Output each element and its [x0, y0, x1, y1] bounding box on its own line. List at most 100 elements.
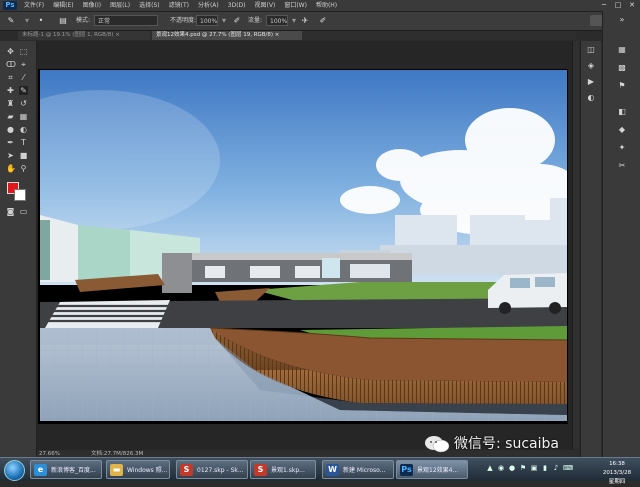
taskbar-item-photoshop[interactable]: Ps 景观12效果4...: [396, 460, 468, 479]
system-clock[interactable]: 16:38 2013/3/28 星期四: [600, 460, 634, 485]
background-color-swatch[interactable]: [14, 189, 26, 201]
crop-tool-icon[interactable]: ⌗: [6, 73, 15, 82]
start-button[interactable]: [4, 460, 25, 481]
clone-stamp-tool-icon[interactable]: ♜: [6, 99, 15, 108]
tray-wechat-icon[interactable]: ●: [508, 464, 516, 472]
taskbar-item-word[interactable]: W 新建 Microso...: [322, 460, 394, 479]
move-tool-icon[interactable]: ✥: [6, 47, 15, 56]
brush-tool-icon[interactable]: ✎: [19, 86, 28, 95]
eyedropper-tool-icon[interactable]: ⁄: [19, 73, 28, 82]
options-bar: ✎ ▾ • ▤ 模式: 正常 不透明度: 100% ▾ ✐ 流量: 100% ▾…: [0, 12, 640, 31]
eraser-tool-icon[interactable]: ▰: [6, 112, 15, 121]
airbrush-icon[interactable]: ✈: [300, 16, 310, 26]
word-icon: W: [326, 464, 339, 476]
menu-3d[interactable]: 3D(D): [228, 1, 246, 10]
styles-panel-icon[interactable]: ⚑: [617, 81, 627, 91]
tablet-pressure-size-icon[interactable]: ✐: [318, 16, 328, 26]
adjustments-panel-icon[interactable]: ◐: [586, 93, 596, 103]
panel-dock-narrow: ◫ ◈ ▶ ◐: [580, 41, 601, 457]
menu-file[interactable]: 文件(F): [24, 1, 44, 10]
menu-analysis[interactable]: 分析(A): [198, 1, 219, 10]
tools-panel: ✥ ⬚ ↀ ⌖ ⌗ ⁄ ✚ ✎ ♜ ↺ ▰ ▦ ● ◐ ✒ T ➤ ■ ✋ ⚲ …: [0, 41, 37, 457]
photoshop-logo-icon: Ps: [3, 1, 17, 10]
menu-items: 文件(F) 编辑(E) 图像(I) 图层(L) 选择(S) 滤镜(T) 分析(A…: [24, 1, 337, 10]
gradient-tool-icon[interactable]: ▦: [19, 112, 28, 121]
healing-brush-tool-icon[interactable]: ✚: [6, 86, 15, 95]
tray-network-icon[interactable]: ▲: [486, 464, 494, 472]
brush-size-icon[interactable]: •: [36, 16, 46, 26]
canvas-image[interactable]: [40, 70, 567, 421]
window-controls: ─ □ ✕: [600, 1, 636, 9]
menu-bar: Ps 文件(F) 编辑(E) 图像(I) 图层(L) 选择(S) 滤镜(T) 分…: [0, 0, 640, 12]
tray-security-icon[interactable]: ◉: [497, 464, 505, 472]
history-brush-tool-icon[interactable]: ↺: [19, 99, 28, 108]
tab-untitled-1[interactable]: 未标题-1 @ 19.1% (图层 1, RGB/8) ×: [18, 31, 150, 40]
close-icon[interactable]: ✕: [628, 1, 636, 9]
tray-volume-icon[interactable]: ♪: [552, 464, 560, 472]
brush-panel-toggle-icon[interactable]: ▤: [58, 16, 68, 26]
mini-bridge-icon[interactable]: ◫: [586, 45, 596, 55]
taskbar-item-label: Windows 照...: [127, 467, 168, 474]
taskbar-item-sketchup-1[interactable]: S 0127.skp - Sk...: [176, 460, 248, 479]
brush-tool-preset-icon[interactable]: ✎: [6, 16, 16, 26]
flow-field[interactable]: 100%: [266, 15, 288, 26]
screen-mode-icon[interactable]: ▭: [19, 207, 28, 216]
dropdown-arrow-icon[interactable]: ▾: [22, 16, 32, 26]
color-panel-icon[interactable]: ▦: [617, 45, 627, 55]
tray-signal-icon[interactable]: ▮: [541, 464, 549, 472]
tray-app-icon[interactable]: ▣: [530, 464, 538, 472]
menu-view[interactable]: 视图(V): [255, 1, 276, 10]
swatches-panel-icon[interactable]: ▩: [617, 63, 627, 73]
menu-layer[interactable]: 图层(L): [110, 1, 130, 10]
menu-select[interactable]: 选择(S): [139, 1, 160, 10]
blur-tool-icon[interactable]: ●: [6, 125, 15, 134]
history-panel-icon[interactable]: ◈: [586, 61, 596, 71]
paths-panel-icon[interactable]: ✦: [617, 143, 627, 153]
menu-filter[interactable]: 滤镜(T): [169, 1, 189, 10]
taskbar-item-explorer[interactable]: ▬ Windows 照...: [106, 460, 170, 479]
document-tabs: 未标题-1 @ 19.1% (图层 1, RGB/8) × 景观12效果4.ps…: [18, 31, 576, 40]
taskbar-item-label: 景观1.skp...: [271, 467, 305, 474]
blend-mode-select[interactable]: 正常: [94, 15, 158, 26]
type-tool-icon[interactable]: T: [19, 138, 28, 147]
taskbar-item-sketchup-2[interactable]: S 景观1.skp...: [250, 460, 316, 479]
tab-landscape-effect[interactable]: 景观12效果4.psd @ 27.7% (图层 19, RGB/8) ×: [152, 31, 302, 40]
lasso-tool-icon[interactable]: ↀ: [6, 60, 16, 69]
taskbar-item-label: 新浪博客_百度...: [51, 467, 96, 474]
panel-dock-wide: » ▦ ▩ ⚑ ◧ ◆ ✦ ✂: [602, 11, 640, 457]
actions-panel-icon[interactable]: ▶: [586, 77, 596, 87]
hand-tool-icon[interactable]: ✋: [6, 164, 16, 173]
pen-tool-icon[interactable]: ✒: [6, 138, 15, 147]
quick-mask-icon[interactable]: ◙: [6, 207, 15, 216]
photoshop-icon: Ps: [400, 464, 413, 476]
menu-window[interactable]: 窗口(W): [284, 1, 307, 10]
layers-panel-icon[interactable]: ◧: [617, 107, 627, 117]
path-selection-tool-icon[interactable]: ➤: [6, 151, 15, 160]
channels-panel-icon[interactable]: ◆: [617, 125, 627, 135]
quick-select-tool-icon[interactable]: ⌖: [19, 60, 28, 69]
wechat-logo-icon: [425, 436, 450, 453]
taskbar-item-browser[interactable]: e 新浪博客_百度...: [30, 460, 102, 479]
tray-flag-icon[interactable]: ⚑: [519, 464, 527, 472]
flow-dropdown-icon[interactable]: ▾: [289, 16, 299, 26]
menu-image[interactable]: 图像(I): [83, 1, 101, 10]
minimize-icon[interactable]: ─: [600, 1, 608, 9]
tablet-pressure-opacity-icon[interactable]: ✐: [232, 16, 242, 26]
sketchup-icon: S: [180, 464, 193, 476]
maximize-icon[interactable]: □: [614, 1, 622, 9]
dodge-tool-icon[interactable]: ◐: [19, 125, 28, 134]
tray-language-icon[interactable]: ⌨: [563, 464, 573, 472]
taskbar-item-label: 新建 Microso...: [343, 467, 386, 474]
opacity-field[interactable]: 100%: [196, 15, 218, 26]
opacity-dropdown-icon[interactable]: ▾: [219, 16, 229, 26]
zoom-tool-icon[interactable]: ⚲: [19, 164, 28, 173]
shape-tool-icon[interactable]: ■: [19, 151, 28, 160]
collapse-panels-icon[interactable]: »: [617, 15, 627, 25]
flow-label: 流量:: [248, 17, 263, 24]
menu-edit[interactable]: 编辑(E): [53, 1, 73, 10]
vertical-scrollbar[interactable]: [572, 41, 579, 449]
taskbar-item-label: 0127.skp - Sk...: [197, 467, 244, 474]
marquee-tool-icon[interactable]: ⬚: [19, 47, 28, 56]
menu-help[interactable]: 帮助(H): [316, 1, 337, 10]
brush-panel-icon[interactable]: ✂: [617, 161, 627, 171]
